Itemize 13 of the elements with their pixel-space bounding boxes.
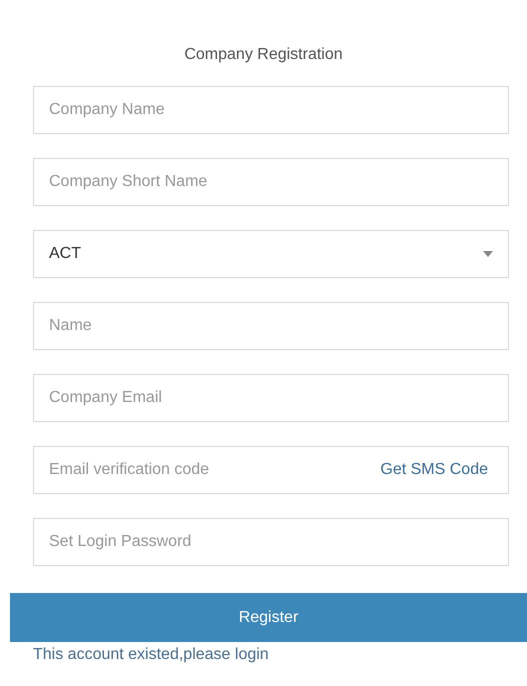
input-field[interactable]: Name <box>33 302 509 350</box>
input-field[interactable]: Company Short Name <box>33 158 509 206</box>
dropdown-field[interactable]: ACT <box>33 230 509 278</box>
caret-icon <box>483 251 493 257</box>
input-field[interactable]: Company Name <box>33 86 509 134</box>
input-field[interactable]: Company Email <box>33 374 509 422</box>
input-field[interactable]: Set Login Password <box>33 518 509 566</box>
get-code-link[interactable]: Get SMS Code <box>380 458 488 482</box>
register-button[interactable]: Register <box>10 593 527 642</box>
selected-value: ACT <box>49 244 81 264</box>
form-title: Company Registration <box>183 45 344 65</box>
login-link[interactable]: This account existed,please login <box>33 643 527 667</box>
input-field[interactable]: Email verification code Get SMS Code <box>33 446 509 494</box>
